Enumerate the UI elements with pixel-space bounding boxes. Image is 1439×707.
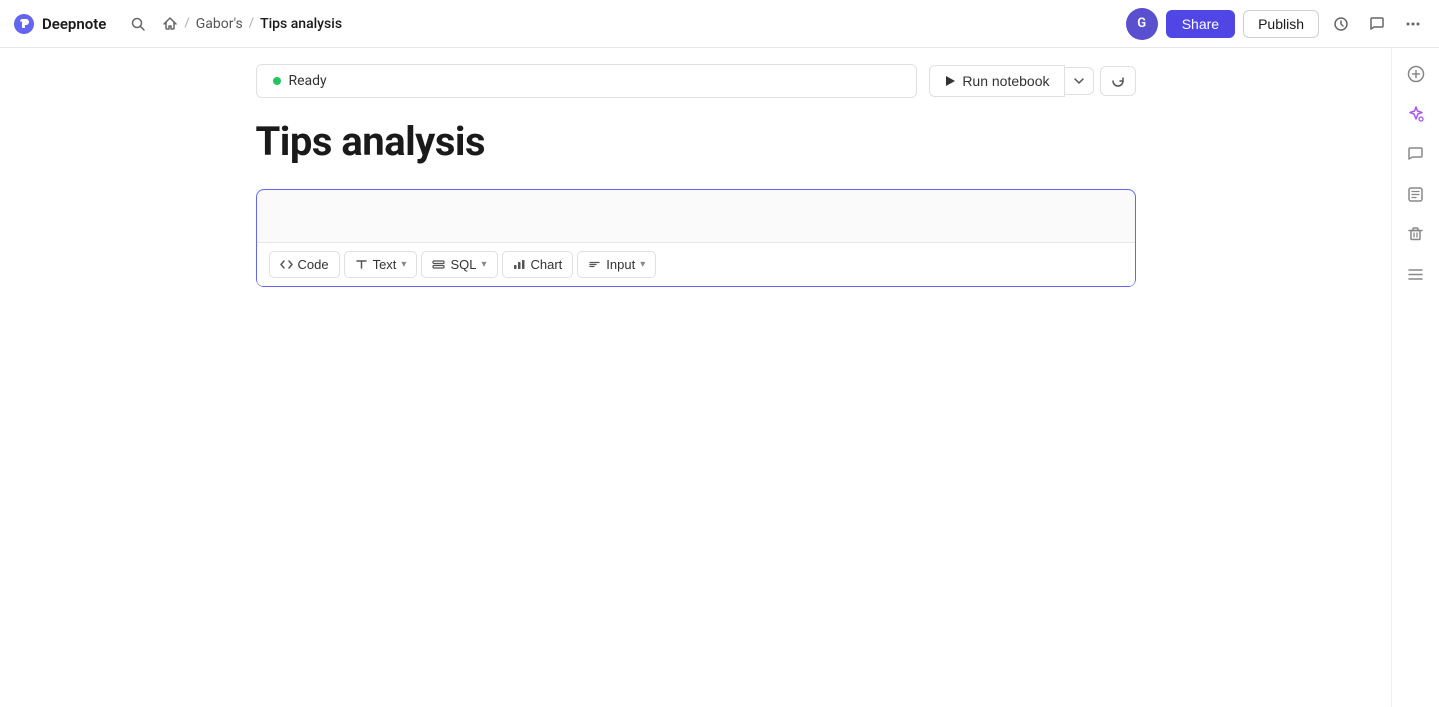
refresh-button[interactable] [1100,66,1136,96]
play-icon [944,75,956,87]
kernel-status: Ready [256,64,918,98]
run-notebook-button[interactable]: Run notebook [929,65,1064,97]
sql-dropdown-arrow: ▾ [481,259,486,270]
home-icon [162,16,178,32]
history-button[interactable] [1327,10,1355,38]
topbar: Deepnote / Gabor's / Tips analysis G Sha… [0,0,1439,48]
input-icon [588,258,601,271]
delete-button[interactable] [1398,216,1434,252]
deepnote-logo-icon [12,12,36,36]
publish-button[interactable]: Publish [1243,10,1319,38]
chevron-down-icon [1073,75,1085,87]
breadcrumb-sep-2: / [249,16,254,31]
run-notebook-dropdown[interactable] [1065,67,1094,95]
breadcrumb: / Gabor's / Tips analysis [162,16,342,32]
text-dropdown-arrow: ▾ [401,259,406,270]
code-cell: Code Text ▾ SQL [256,189,1136,287]
comments-icon [1369,16,1385,32]
code-icon [280,258,293,271]
notebook-title[interactable]: Tips analysis [256,118,1136,165]
toc-button[interactable] [1398,256,1434,292]
cell-input[interactable] [257,190,1135,238]
main-content: Ready Run notebook [0,48,1439,707]
variable-button[interactable] [1398,176,1434,212]
search-icon [130,16,146,32]
avatar[interactable]: G [1126,8,1158,40]
chart-icon [513,258,526,271]
run-notebook-group: Run notebook [929,65,1135,97]
variable-icon [1407,186,1424,203]
input-dropdown-arrow: ▾ [640,259,645,270]
notebook-title-area: Tips analysis [176,118,1216,165]
breadcrumb-sep-1: / [184,16,189,31]
input-button[interactable]: Input ▾ [577,251,656,278]
comment-button[interactable] [1398,136,1434,172]
logo-area[interactable]: Deepnote [12,12,106,36]
history-icon [1333,16,1349,32]
magic-button[interactable] [1398,96,1434,132]
delete-icon [1407,226,1424,243]
status-dot [273,77,281,85]
refresh-icon [1111,74,1125,88]
share-button[interactable]: Share [1166,10,1235,38]
more-icon [1405,16,1421,32]
sql-icon [432,258,445,271]
text-button[interactable]: Text ▾ [344,251,418,278]
sql-button[interactable]: SQL ▾ [421,251,497,278]
toc-icon [1407,266,1424,283]
magic-icon [1407,105,1425,123]
kernel-status-label: Ready [289,73,327,89]
breadcrumb-current-page: Tips analysis [260,16,342,32]
text-icon [355,258,368,271]
breadcrumb-home[interactable] [162,16,178,32]
add-cell-button[interactable] [1398,56,1434,92]
topbar-left: Deepnote / Gabor's / Tips analysis [12,8,1126,40]
search-button[interactable] [122,8,154,40]
app-name: Deepnote [42,15,106,33]
more-options-button[interactable] [1399,10,1427,38]
cell-wrapper: Code Text ▾ SQL [176,189,1216,287]
comment-icon [1407,146,1424,163]
add-icon [1407,65,1425,83]
right-sidebar [1391,48,1439,707]
topbar-right: G Share Publish [1126,8,1427,40]
cell-toolbar: Code Text ▾ SQL [257,242,1135,286]
kernel-bar: Ready Run notebook [176,64,1216,98]
code-button[interactable]: Code [269,251,340,278]
notebook-area: Ready Run notebook [0,48,1391,707]
breadcrumb-workspace[interactable]: Gabor's [196,16,243,32]
comments-button[interactable] [1363,10,1391,38]
chart-button[interactable]: Chart [502,251,574,278]
